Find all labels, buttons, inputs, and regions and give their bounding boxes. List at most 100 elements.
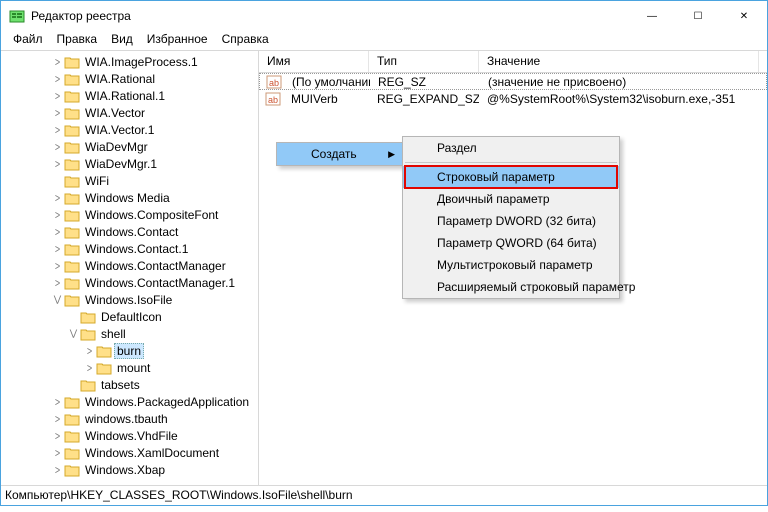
- tree-pane[interactable]: >WIA.ImageProcess.1>WIA.Rational>WIA.Rat…: [1, 51, 259, 485]
- tree-item[interactable]: > Windows.CompositeFont: [3, 206, 258, 223]
- menu-help[interactable]: Справка: [216, 31, 275, 50]
- submenu-item[interactable]: Параметр DWORD (32 бита): [403, 210, 619, 232]
- chevron-right-icon[interactable]: >: [51, 89, 64, 102]
- tree-item[interactable]: > Windows Media: [3, 189, 258, 206]
- menu-view[interactable]: Вид: [105, 31, 139, 50]
- chevron-right-icon[interactable]: >: [83, 361, 96, 374]
- chevron-right-icon[interactable]: >: [51, 463, 64, 476]
- tree-item-label: Windows.Contact.1: [82, 242, 191, 256]
- tree-item[interactable]: tabsets: [3, 376, 258, 393]
- tree-item-label: WIA.Vector: [82, 106, 148, 120]
- chevron-right-icon[interactable]: >: [51, 208, 64, 221]
- menu-create[interactable]: Создать ▶: [277, 143, 403, 165]
- tree-item-label: WiFi: [82, 174, 112, 188]
- tree-item[interactable]: > Windows.Contact.1: [3, 240, 258, 257]
- tree-item-label: Windows.CompositeFont: [82, 208, 221, 222]
- tree-item[interactable]: >WIA.Rational: [3, 70, 258, 87]
- folder-icon: [80, 310, 96, 324]
- menu-separator: [405, 162, 617, 163]
- folder-icon: [64, 174, 80, 188]
- submenu-item[interactable]: Раздел: [403, 137, 619, 159]
- tree-item[interactable]: WiFi: [3, 172, 258, 189]
- menubar: Файл Правка Вид Избранное Справка: [1, 31, 767, 51]
- folder-icon: [64, 412, 80, 426]
- tree-item[interactable]: ⋁ Windows.IsoFile: [3, 291, 258, 308]
- chevron-right-icon[interactable]: >: [51, 429, 64, 442]
- tree-item[interactable]: > Windows.Contact: [3, 223, 258, 240]
- chevron-right-icon[interactable]: >: [51, 123, 64, 136]
- tree-item[interactable]: >Windows.VhdFile: [3, 427, 258, 444]
- menu-file[interactable]: Файл: [7, 31, 49, 50]
- tree-item[interactable]: >WIA.Rational.1: [3, 87, 258, 104]
- tree-item[interactable]: > WIA.Vector.1: [3, 121, 258, 138]
- chevron-right-icon[interactable]: >: [51, 446, 64, 459]
- chevron-right-icon[interactable]: >: [83, 344, 96, 357]
- submenu-item[interactable]: Двоичный параметр: [403, 188, 619, 210]
- col-type[interactable]: Тип: [369, 51, 479, 72]
- titlebar[interactable]: Редактор реестра — ☐ ✕: [1, 1, 767, 31]
- minimize-button[interactable]: —: [629, 1, 675, 31]
- tree-item[interactable]: > WiaDevMgr.1: [3, 155, 258, 172]
- submenu-arrow-icon: ▶: [388, 149, 395, 160]
- folder-icon: [64, 191, 80, 205]
- chevron-down-icon[interactable]: ⋁: [67, 328, 80, 339]
- chevron-right-icon[interactable]: >: [51, 140, 64, 153]
- folder-icon: [64, 259, 80, 273]
- tree-item-label: Windows.Contact: [82, 225, 181, 239]
- folder-icon: [64, 208, 80, 222]
- col-value[interactable]: Значение: [479, 51, 759, 72]
- tree-item[interactable]: > WIA.Vector: [3, 104, 258, 121]
- close-button[interactable]: ✕: [721, 1, 767, 31]
- submenu-item[interactable]: Параметр QWORD (64 бита): [403, 232, 619, 254]
- folder-icon: [64, 429, 80, 443]
- list-pane[interactable]: Имя Тип Значение ab(По умолчанию)REG_SZ(…: [259, 51, 767, 485]
- submenu-item-label: Двоичный параметр: [437, 192, 550, 206]
- tree-item[interactable]: >Windows.Xbap: [3, 461, 258, 478]
- tree-item[interactable]: > burn: [3, 342, 258, 359]
- tree-item-label: Windows.IsoFile: [82, 293, 175, 307]
- chevron-right-icon[interactable]: >: [51, 242, 64, 255]
- menu-favorites[interactable]: Избранное: [141, 31, 214, 50]
- col-name[interactable]: Имя: [259, 51, 369, 72]
- tree-item[interactable]: >windows.tbauth: [3, 410, 258, 427]
- chevron-right-icon[interactable]: >: [51, 412, 64, 425]
- chevron-right-icon[interactable]: >: [51, 55, 64, 68]
- tree-item[interactable]: DefaultIcon: [3, 308, 258, 325]
- value-row[interactable]: ab(По умолчанию)REG_SZ(значение не присв…: [259, 73, 767, 90]
- folder-icon: [64, 157, 80, 171]
- tree-item-label: WIA.Vector.1: [82, 123, 157, 137]
- context-menu: Создать ▶: [276, 142, 404, 166]
- chevron-down-icon[interactable]: ⋁: [51, 294, 64, 305]
- chevron-right-icon[interactable]: >: [51, 395, 64, 408]
- submenu-item[interactable]: Строковый параметр: [403, 166, 619, 188]
- tree-item[interactable]: >Windows.XamlDocument: [3, 444, 258, 461]
- tree-item[interactable]: >mount: [3, 359, 258, 376]
- submenu-item-label: Раздел: [437, 141, 477, 155]
- tree-item-label: WiaDevMgr.1: [82, 157, 160, 171]
- tree-item[interactable]: ⋁shell: [3, 325, 258, 342]
- tree-item[interactable]: >WIA.ImageProcess.1: [3, 53, 258, 70]
- chevron-right-icon[interactable]: >: [51, 191, 64, 204]
- submenu-item-label: Параметр QWORD (64 бита): [437, 236, 597, 250]
- submenu-item-label: Расширяемый строковый параметр: [437, 280, 635, 294]
- chevron-right-icon[interactable]: >: [51, 225, 64, 238]
- tree-item-label: Windows.ContactManager: [82, 259, 229, 273]
- chevron-right-icon[interactable]: >: [51, 259, 64, 272]
- chevron-right-icon[interactable]: >: [51, 276, 64, 289]
- menu-edit[interactable]: Правка: [51, 31, 104, 50]
- tree-item-label: Windows Media: [82, 191, 173, 205]
- tree-item[interactable]: >WiaDevMgr: [3, 138, 258, 155]
- submenu-item[interactable]: Мультистроковый параметр: [403, 254, 619, 276]
- submenu-item-label: Строковый параметр: [437, 170, 555, 184]
- value-row[interactable]: abMUIVerbREG_EXPAND_SZ@%SystemRoot%\Syst…: [259, 90, 767, 107]
- chevron-right-icon[interactable]: >: [51, 106, 64, 119]
- chevron-right-icon[interactable]: >: [51, 157, 64, 170]
- submenu-item[interactable]: Расширяемый строковый параметр: [403, 276, 619, 298]
- maximize-button[interactable]: ☐: [675, 1, 721, 31]
- chevron-right-icon[interactable]: >: [51, 72, 64, 85]
- tree-item[interactable]: > Windows.ContactManager: [3, 257, 258, 274]
- tree-item[interactable]: >Windows.PackagedApplication: [3, 393, 258, 410]
- tree-item[interactable]: >Windows.ContactManager.1: [3, 274, 258, 291]
- tree-item-label: burn: [114, 343, 144, 359]
- string-value-icon: ab: [265, 91, 281, 107]
